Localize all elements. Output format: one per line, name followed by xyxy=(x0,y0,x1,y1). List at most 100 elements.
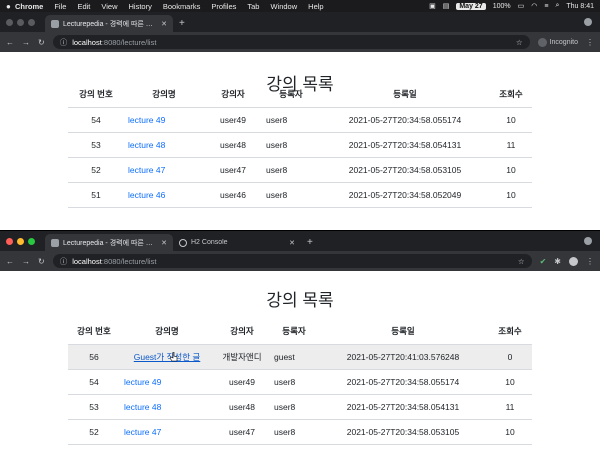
cell-lecturer: user49 xyxy=(214,369,270,395)
tab-lecturepedia[interactable]: Lecturepedia - 경력에 따른 난이도 ✕ xyxy=(45,234,173,251)
reload-icon[interactable]: ↻ xyxy=(38,38,45,47)
menu-kebab-icon[interactable]: ⋮ xyxy=(586,38,594,47)
table-row: 54 lecture 49 user49 user8 2021-05-27T20… xyxy=(68,107,532,133)
bookmark-star-icon[interactable]: ☆ xyxy=(516,38,523,47)
forward-icon[interactable]: → xyxy=(22,38,30,47)
battery-icon[interactable]: ▭ xyxy=(518,2,525,10)
profile-avatar-icon[interactable] xyxy=(569,256,578,266)
date-badge[interactable]: May 27 xyxy=(456,2,486,10)
cell-registrant: user8 xyxy=(270,419,318,445)
status-area: ▣ ▤ May 27 100% ▭ ◠ ≡ ⌕ Thu 8:41 xyxy=(429,2,594,10)
app-status-icon[interactable]: ▣ xyxy=(429,2,436,10)
menu-window[interactable]: Window xyxy=(270,2,297,11)
zoom-window-icon[interactable] xyxy=(28,18,35,26)
minimize-window-icon[interactable] xyxy=(17,18,24,26)
cell-id: 51 xyxy=(68,182,124,208)
wifi-icon[interactable]: ◠ xyxy=(531,2,537,10)
lecture-link[interactable]: lecture 47 xyxy=(124,427,161,437)
menu-profiles[interactable]: Profiles xyxy=(211,2,236,11)
window-controls xyxy=(6,231,35,251)
zoom-window-icon[interactable] xyxy=(28,237,35,245)
extensions-puzzle-icon[interactable]: ✱ xyxy=(554,257,561,266)
new-tab-icon[interactable]: + xyxy=(179,15,185,32)
minimize-window-icon[interactable] xyxy=(17,237,24,245)
cell-id: 52 xyxy=(68,419,120,445)
back-icon[interactable]: ← xyxy=(6,38,14,47)
table-row: 53 lecture 48 user48 user8 2021-05-27T20… xyxy=(68,132,532,158)
close-window-icon[interactable] xyxy=(6,237,13,245)
cell-date: 2021-05-27T20:41:03.576248 xyxy=(318,344,488,370)
cell-id: 53 xyxy=(68,394,120,420)
cell-lecturer: user48 xyxy=(214,394,270,420)
table-row: 54 lecture 49 user49 user8 2021-05-27T20… xyxy=(68,369,532,395)
lecture-link[interactable]: lecture 47 xyxy=(128,165,165,175)
bookmark-star-icon[interactable]: ☆ xyxy=(518,257,525,266)
header-name: 강의명 xyxy=(120,319,214,345)
apple-logo-icon[interactable]: ● xyxy=(6,2,15,11)
table-row: 51 lecture 46 user46 user8 2021-05-27T20… xyxy=(68,182,532,208)
back-icon[interactable]: ← xyxy=(6,257,14,266)
extension-check-icon[interactable]: ✔ xyxy=(540,257,547,266)
cell-date: 2021-05-27T20:34:58.055174 xyxy=(318,369,488,395)
lecture-link[interactable]: lecture 49 xyxy=(124,377,161,387)
page-content: 강의 목록 xyxy=(0,286,600,314)
page-title: 강의 목록 xyxy=(266,291,334,310)
menu-tab[interactable]: Tab xyxy=(247,2,259,11)
lecture-link[interactable]: lecture 46 xyxy=(128,190,165,200)
lecture-link[interactable]: lecture 49 xyxy=(128,115,165,125)
tab-h2-console[interactable]: H2 Console ✕ xyxy=(173,234,301,251)
url-host: localhost xyxy=(72,37,102,47)
menu-file[interactable]: File xyxy=(54,2,66,11)
forward-icon[interactable]: → xyxy=(22,257,30,266)
cell-views: 11 xyxy=(488,394,532,420)
new-tab-icon[interactable]: + xyxy=(307,234,313,251)
macos-menu-bar: ● Chrome File Edit View History Bookmark… xyxy=(0,0,600,12)
close-tab-icon[interactable]: ✕ xyxy=(161,20,167,28)
reload-icon[interactable]: ↻ xyxy=(38,257,45,266)
menu-view[interactable]: View xyxy=(101,2,117,11)
menu-kebab-icon[interactable]: ⋮ xyxy=(586,257,594,266)
app-status-icon-2[interactable]: ▤ xyxy=(443,2,450,10)
cell-registrant: user8 xyxy=(262,132,320,158)
clock[interactable]: Thu 8:41 xyxy=(566,3,594,10)
cell-lecturer: 개발자앤디 xyxy=(214,344,270,370)
close-window-icon[interactable] xyxy=(6,18,13,26)
incognito-badge[interactable]: Incognito xyxy=(537,37,578,47)
lecture-link[interactable]: lecture 48 xyxy=(124,402,161,412)
close-tab-icon[interactable]: ✕ xyxy=(161,239,167,247)
cell-date: 2021-05-27T20:34:58.055174 xyxy=(320,107,490,133)
menu-edit[interactable]: Edit xyxy=(77,2,90,11)
cell-registrant: user8 xyxy=(262,157,320,183)
header-views: 조회수 xyxy=(490,82,532,108)
menu-bookmarks[interactable]: Bookmarks xyxy=(163,2,201,11)
tab-lecturepedia[interactable]: Lecturepedia - 경력에 따른 난이도 ✕ xyxy=(45,15,173,32)
lecture-link[interactable]: Guest가 작성한 글 xyxy=(134,352,201,362)
lecture-link[interactable]: lecture 48 xyxy=(128,140,165,150)
control-center-icon[interactable]: ≡ xyxy=(544,3,548,10)
url-path: :8080/lecture/list xyxy=(101,37,157,47)
close-tab-icon[interactable]: ✕ xyxy=(289,239,295,247)
cell-date: 2021-05-27T20:34:58.054131 xyxy=(320,132,490,158)
address-bar[interactable]: ⓘ localhost:8080/lecture/list ☆ xyxy=(52,254,532,268)
globe-icon xyxy=(179,238,187,247)
cell-registrant: guest xyxy=(270,344,318,370)
spotlight-icon[interactable]: ⌕ xyxy=(555,2,559,10)
favicon-icon xyxy=(51,238,59,247)
menu-history[interactable]: History xyxy=(129,2,152,11)
info-icon[interactable]: ⓘ xyxy=(60,256,68,267)
header-id: 강의 번호 xyxy=(68,319,120,345)
menu-chrome[interactable]: Chrome xyxy=(15,2,43,11)
tab-search-icon[interactable] xyxy=(584,18,592,26)
info-icon[interactable]: ⓘ xyxy=(60,37,68,48)
cell-views: 10 xyxy=(490,182,532,208)
lecture-table: 강의 번호 강의명 강의자 등록자 등록일 조회수 54 lecture 49 … xyxy=(68,82,532,208)
table-row-highlighted[interactable]: 56 Guest가 작성한 글 개발자앤디 guest 2021-05-27T2… xyxy=(68,344,532,370)
address-bar[interactable]: ⓘ localhost:8080/lecture/list ☆ xyxy=(52,35,530,49)
tab-search-icon[interactable] xyxy=(584,237,592,245)
header-date: 등록일 xyxy=(320,82,490,108)
table-row: 52 lecture 47 user47 user8 2021-05-27T20… xyxy=(68,419,532,445)
tab-strip: Lecturepedia - 경력에 따른 난이도 ✕ + xyxy=(0,12,600,32)
incognito-label: Incognito xyxy=(549,38,578,46)
header-lecturer: 강의자 xyxy=(214,319,270,345)
menu-help[interactable]: Help xyxy=(308,2,323,11)
